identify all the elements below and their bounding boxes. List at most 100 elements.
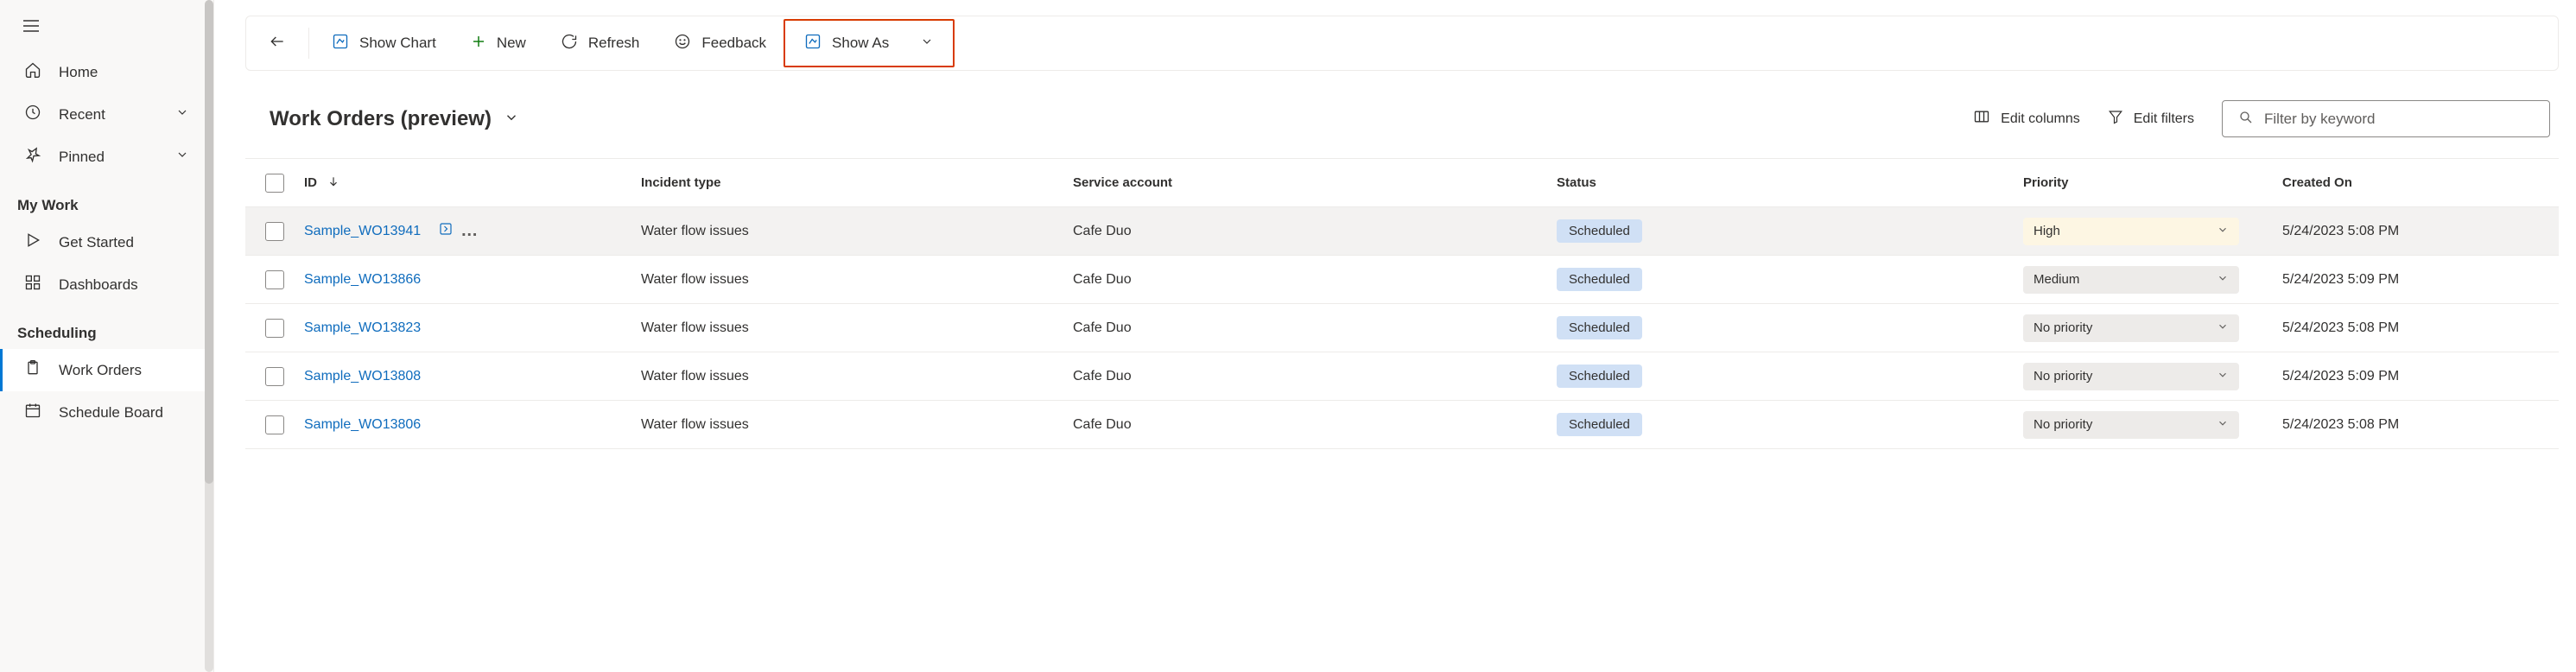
chevron-down-icon — [2217, 320, 2229, 336]
column-header-incident[interactable]: Incident type — [641, 175, 1073, 190]
row-checkbox[interactable] — [265, 270, 284, 289]
chart-icon — [332, 33, 349, 54]
chevron-down-icon — [2217, 272, 2229, 288]
chevron-down-icon — [504, 107, 519, 131]
refresh-button[interactable]: Refresh — [545, 24, 656, 63]
filter-input[interactable] — [2264, 111, 2534, 128]
sidebar-item-pinned[interactable]: Pinned — [0, 136, 213, 178]
sort-down-icon — [327, 175, 339, 191]
grid-header: ID Incident type Service account Status … — [245, 159, 2559, 207]
table-row[interactable]: Sample_WO13823 Water flow issues Cafe Du… — [245, 304, 2559, 352]
column-label: Created On — [2282, 175, 2352, 190]
back-button[interactable] — [253, 24, 301, 63]
clock-icon — [24, 104, 41, 125]
sidebar-label: Work Orders — [59, 362, 142, 379]
main: Show Chart New Refresh Feedback Show As — [214, 0, 2576, 672]
cell-incident: Water flow issues — [641, 224, 1073, 239]
chevron-down-icon — [2217, 224, 2229, 239]
command-label: Show As — [832, 35, 889, 52]
row-checkbox[interactable] — [265, 367, 284, 386]
command-label: New — [497, 35, 526, 52]
priority-select[interactable]: No priority — [2023, 314, 2239, 342]
chart-icon — [804, 33, 822, 54]
more-icon[interactable]: … — [460, 221, 479, 241]
sidebar-item-work-orders[interactable]: Work Orders — [0, 349, 213, 391]
column-header-service[interactable]: Service account — [1073, 175, 1557, 190]
sidebar-item-home[interactable]: Home — [0, 51, 213, 93]
hamburger-icon[interactable] — [21, 25, 41, 39]
priority-select[interactable]: No priority — [2023, 363, 2239, 390]
pin-icon — [24, 146, 41, 168]
column-label: Service account — [1073, 175, 1172, 190]
priority-select[interactable]: High — [2023, 218, 2239, 245]
sidebar-scrolltrack[interactable] — [205, 0, 213, 672]
column-header-id[interactable]: ID — [304, 175, 641, 191]
show-as-highlight: Show As — [784, 19, 955, 67]
sidebar-scrollthumb[interactable] — [205, 0, 213, 484]
table-row[interactable]: Sample_WO13808 Water flow issues Cafe Du… — [245, 352, 2559, 401]
record-link[interactable]: Sample_WO13941 — [304, 224, 421, 239]
priority-select[interactable]: No priority — [2023, 411, 2239, 439]
cell-incident: Water flow issues — [641, 272, 1073, 288]
row-checkbox[interactable] — [265, 319, 284, 338]
chevron-down-icon — [2217, 369, 2229, 384]
sidebar-item-schedule-board[interactable]: Schedule Board — [0, 391, 213, 434]
cell-incident: Water flow issues — [641, 417, 1073, 433]
record-link[interactable]: Sample_WO13808 — [304, 369, 421, 384]
record-link[interactable]: Sample_WO13806 — [304, 417, 421, 433]
command-label: Refresh — [588, 35, 640, 52]
row-checkbox[interactable] — [265, 222, 284, 241]
column-label: Status — [1557, 175, 1596, 190]
table-row[interactable]: Sample_WO13806 Water flow issues Cafe Du… — [245, 401, 2559, 449]
command-label: Feedback — [701, 35, 766, 52]
column-label: Incident type — [641, 175, 721, 190]
sidebar-label: Get Started — [59, 234, 134, 251]
priority-label: Medium — [2034, 272, 2079, 287]
column-header-priority[interactable]: Priority — [2023, 175, 2282, 190]
chevron-down-icon — [920, 35, 934, 53]
filter-box[interactable] — [2222, 100, 2550, 137]
record-link[interactable]: Sample_WO13823 — [304, 320, 421, 336]
column-label: ID — [304, 175, 317, 190]
cell-created: 5/24/2023 5:08 PM — [2282, 417, 2559, 433]
sidebar-item-get-started[interactable]: Get Started — [0, 221, 213, 263]
status-badge: Scheduled — [1557, 365, 1642, 388]
show-chart-button[interactable]: Show Chart — [316, 24, 452, 63]
feedback-button[interactable]: Feedback — [658, 24, 782, 63]
show-as-button[interactable]: Show As — [789, 24, 949, 63]
page-title: Work Orders (preview) — [270, 107, 492, 131]
status-badge: Scheduled — [1557, 268, 1642, 291]
table-row[interactable]: Sample_WO13866 Water flow issues Cafe Du… — [245, 256, 2559, 304]
record-link[interactable]: Sample_WO13866 — [304, 272, 421, 288]
play-icon — [24, 231, 41, 253]
cell-created: 5/24/2023 5:08 PM — [2282, 224, 2559, 239]
cell-service: Cafe Duo — [1073, 320, 1557, 336]
row-checkbox[interactable] — [265, 415, 284, 434]
chevron-down-icon — [175, 105, 189, 124]
sidebar-item-recent[interactable]: Recent — [0, 93, 213, 136]
command-bar: Show Chart New Refresh Feedback Show As — [245, 16, 2559, 71]
home-icon — [24, 61, 41, 83]
sidebar-label: Schedule Board — [59, 404, 163, 422]
open-record-icon[interactable] — [438, 221, 454, 241]
table-row[interactable]: Sample_WO13941 … Water flow issues Cafe … — [245, 207, 2559, 256]
sidebar-section-scheduling: Scheduling — [0, 306, 213, 349]
smiley-icon — [674, 33, 691, 54]
select-all-checkbox[interactable] — [265, 174, 284, 193]
priority-select[interactable]: Medium — [2023, 266, 2239, 294]
cell-created: 5/24/2023 5:09 PM — [2282, 272, 2559, 288]
column-header-created[interactable]: Created On — [2282, 175, 2559, 190]
column-header-status[interactable]: Status — [1557, 175, 2023, 190]
new-button[interactable]: New — [455, 25, 542, 62]
view-title[interactable]: Work Orders (preview) — [270, 107, 519, 131]
edit-columns-button[interactable]: Edit columns — [1973, 108, 2080, 130]
status-badge: Scheduled — [1557, 316, 1642, 339]
edit-filters-button[interactable]: Edit filters — [2108, 109, 2194, 129]
edit-filters-label: Edit filters — [2134, 111, 2194, 127]
grid: ID Incident type Service account Status … — [245, 158, 2559, 449]
priority-label: High — [2034, 224, 2060, 238]
filter-icon — [2108, 109, 2123, 129]
cell-service: Cafe Duo — [1073, 369, 1557, 384]
sidebar-item-dashboards[interactable]: Dashboards — [0, 263, 213, 306]
sidebar: Home Recent Pinned My Work Get Started D… — [0, 0, 214, 672]
